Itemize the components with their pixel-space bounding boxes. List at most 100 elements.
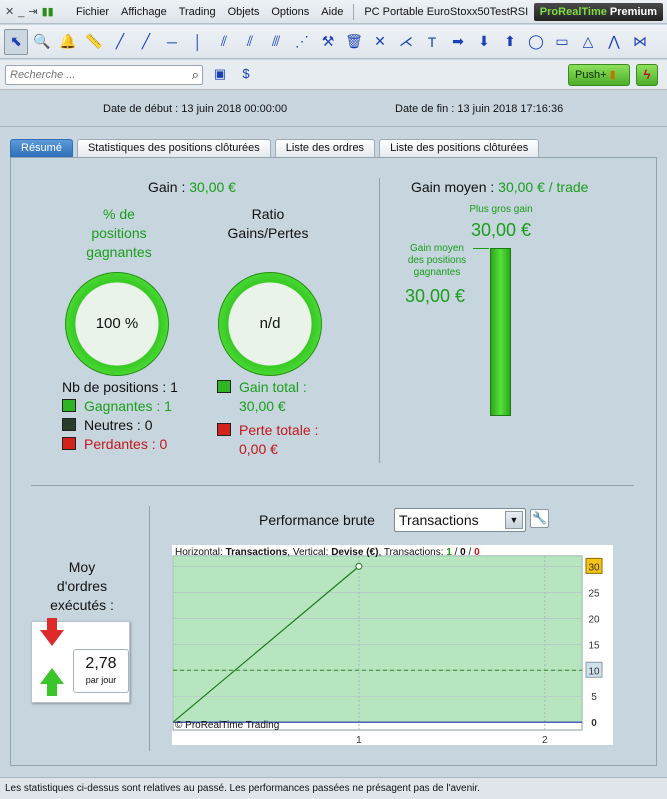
- pattern-icon[interactable]: ⋈: [628, 29, 652, 55]
- ellipse-icon[interactable]: ◯: [524, 29, 548, 55]
- x-tick-label: 1: [356, 735, 362, 745]
- push-label: Push+: [575, 69, 607, 81]
- premium-brand: ProRealTime: [539, 6, 607, 18]
- loss-total-row: Perte totale :: [217, 421, 318, 440]
- avg-orders-line: Moy: [68, 559, 96, 575]
- performance-chart: 0 5 10 15 20 25 30 1 2 Horizontal: Transactions, …: [172, 545, 613, 746]
- loss-total-label: Perte totale :: [239, 422, 319, 438]
- down-arrow-icon: [40, 618, 64, 646]
- biggest-gain-value: 30,00 €: [470, 220, 532, 240]
- alarm-icon[interactable]: 🔔: [56, 29, 80, 55]
- horizontal-line-icon[interactable]: ─: [160, 29, 184, 55]
- dollar-icon[interactable]: $: [236, 66, 256, 84]
- horizontal-divider: [31, 485, 634, 486]
- biggest-gain-label: Plus gros gain: [469, 204, 533, 215]
- tab-liste-positions[interactable]: Liste des positions clôturées: [379, 139, 540, 157]
- nb-positions: Nb de positions : 1: [62, 379, 178, 395]
- y-tick-label: 30: [588, 562, 600, 573]
- tab-resume[interactable]: Résumé: [10, 139, 73, 157]
- wrench-icon[interactable]: 🔧: [530, 509, 549, 528]
- positions-stats: Nb de positions : 1 Gagnantes : 1 Neutre…: [62, 378, 178, 454]
- regression-icon[interactable]: ⫻: [264, 29, 288, 55]
- menu-fichier[interactable]: Fichier: [70, 6, 115, 18]
- gain-total-value: 30,00 €: [239, 398, 286, 414]
- vertical-line-icon[interactable]: │: [186, 29, 210, 55]
- neutral-swatch: [62, 418, 76, 431]
- chart-header-part: Transactions: [226, 547, 288, 558]
- chart-header-part: /: [452, 547, 460, 558]
- pin-icon[interactable]: ⇥: [28, 5, 37, 18]
- end-date-value: 13 juin 2018 17:16:36: [457, 103, 564, 115]
- x-tick-label: 2: [542, 735, 548, 745]
- rectangle-icon[interactable]: ▭: [550, 29, 574, 55]
- ratio-title: Ratio Gains/Pertes: [213, 205, 323, 243]
- search-input[interactable]: [6, 66, 176, 84]
- minimize-icon[interactable]: _: [18, 6, 24, 18]
- end-date-label: Date de fin :: [395, 103, 455, 115]
- zoom-icon[interactable]: 🔍: [30, 29, 54, 55]
- segment-icon[interactable]: ╱: [108, 29, 132, 55]
- chevron-down-icon[interactable]: ▼: [505, 511, 523, 529]
- candlestick-icon: ▮: [609, 69, 616, 81]
- tab-statistiques[interactable]: Statistiques des positions clôturées: [76, 139, 271, 157]
- loss-total-value: 0,00 €: [239, 441, 278, 457]
- ratio-title-line: Ratio: [251, 206, 285, 222]
- losing-row: Perdantes : 0: [62, 435, 178, 454]
- y-tick-label: 10: [588, 666, 600, 677]
- gain-total-swatch: [217, 380, 231, 393]
- menu-trading[interactable]: Trading: [173, 6, 222, 18]
- andrews-fork-icon[interactable]: ⋌: [394, 29, 418, 55]
- arrow-down-icon[interactable]: ⬇: [472, 29, 496, 55]
- chart-header-part: Devise (€): [331, 547, 378, 558]
- fan-icon[interactable]: ⋰: [290, 29, 314, 55]
- menu-options[interactable]: Options: [265, 6, 315, 18]
- fibonacci-icon[interactable]: ⋀: [602, 29, 626, 55]
- pointer-icon[interactable]: ⬉: [4, 28, 28, 55]
- arrow-up-icon[interactable]: ⬆: [498, 29, 522, 55]
- menu-aide[interactable]: Aide: [315, 6, 349, 18]
- ruler-icon[interactable]: 📏: [82, 29, 106, 55]
- arrow-right-icon[interactable]: ➡: [446, 29, 470, 55]
- tab-liste-ordres[interactable]: Liste des ordres: [274, 139, 376, 157]
- window-controls: ✕ _ ⇥ ▮▮: [0, 5, 70, 19]
- performance-select[interactable]: Transactions ▼: [394, 508, 526, 532]
- gain-label: Gain :: [148, 179, 186, 195]
- line-icon[interactable]: ╱: [134, 29, 158, 55]
- push-button[interactable]: Push+ ▮: [568, 64, 630, 86]
- search-box: ⌕: [5, 65, 203, 85]
- gain-total-label: Gain total :: [239, 379, 307, 395]
- menu-objets[interactable]: Objets: [222, 6, 266, 18]
- trash-icon[interactable]: 🗑: [342, 29, 366, 55]
- ratio-value: n/d: [259, 315, 281, 332]
- avg-orders-line: d'ordres: [56, 578, 108, 594]
- y-tick-label: 5: [591, 692, 597, 703]
- avg-orders-title: Moy d'ordres exécutés :: [33, 558, 131, 615]
- screen-chart-icon[interactable]: ▣: [210, 66, 230, 84]
- hammer-icon[interactable]: ⚒: [316, 29, 340, 55]
- pct-winning-title: % de positions gagnantes: [59, 205, 179, 262]
- premium-badge: ProRealTime Premium: [533, 3, 663, 21]
- avg-winning-label: Gain moyen des positions gagnantes: [401, 243, 473, 279]
- end-date: Date de fin : 13 juin 2018 17:16:36: [395, 103, 563, 115]
- search-icon[interactable]: ⌕: [192, 67, 199, 83]
- chart-header: Horizontal: Transactions, Vertical: Devi…: [175, 547, 480, 558]
- chart-header-part: /: [466, 547, 474, 558]
- parallel-lines-icon[interactable]: ⫽: [238, 29, 262, 55]
- flash-button[interactable]: ϟ: [636, 64, 658, 86]
- chart-header-part: , Transactions:: [378, 547, 446, 558]
- menu-affichage[interactable]: Affichage: [115, 6, 173, 18]
- ratio-title-line: Gains/Pertes: [227, 225, 309, 241]
- pct-title-line: gagnantes: [86, 244, 152, 260]
- gain-value: 30,00 €: [189, 179, 236, 195]
- avg-winning-label-line: des positions: [407, 255, 467, 266]
- text-icon[interactable]: T: [420, 29, 444, 55]
- y-tick-label: 25: [588, 588, 600, 599]
- cross-line-icon[interactable]: ✕: [368, 29, 392, 55]
- avg-gain-value: 30,00 € / trade: [498, 179, 589, 195]
- y-tick-label: 20: [588, 614, 600, 625]
- channel-icon[interactable]: ⫽: [212, 29, 236, 55]
- triangle-icon[interactable]: △: [576, 29, 600, 55]
- y-tick-label: 15: [588, 640, 600, 651]
- close-icon[interactable]: ✕: [5, 5, 14, 18]
- document-title: PC Portable EuroStoxx50TestRSI: [364, 5, 529, 18]
